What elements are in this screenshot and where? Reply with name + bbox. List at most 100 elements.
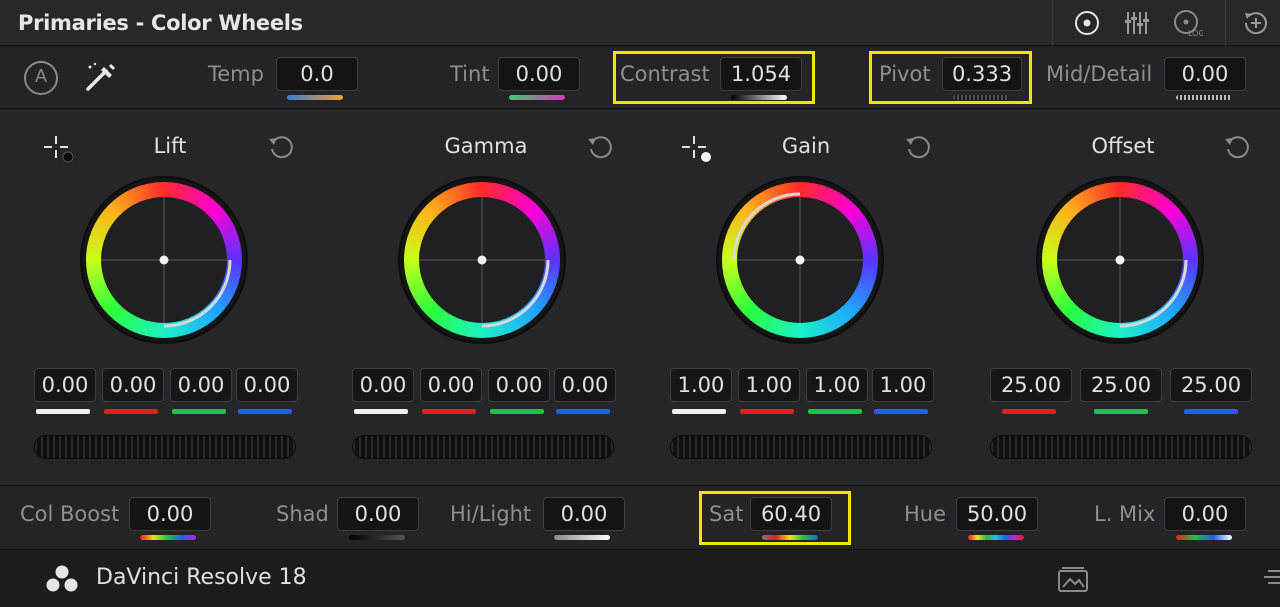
lift-blue-bar [238,409,292,414]
toolbar-divider [1225,0,1226,46]
lift-reset-icon[interactable] [266,132,296,167]
tint-field[interactable]: 0.00 [498,57,580,91]
lift-wheel[interactable] [80,176,248,344]
page-menu-icon[interactable] [1262,567,1280,596]
reset-add-icon[interactable] [1239,8,1271,38]
gamma-green-bar [490,409,544,414]
gamma-label: Gamma [444,134,528,158]
hi-light-slider[interactable] [554,535,610,540]
col-boost-field[interactable]: 0.00 [129,497,211,531]
lift-red-bar [104,409,158,414]
hi-light-label: Hi/Light [450,502,532,526]
svg-text:LOG: LOG [1188,29,1203,38]
lift-blue-field[interactable]: 0.00 [236,368,298,402]
gamma-blue-field[interactable]: 0.00 [554,368,616,402]
primaries-bars-icon[interactable] [1121,8,1153,38]
gamma-master-jog[interactable] [352,435,614,459]
gain-green-field[interactable]: 1.00 [806,368,868,402]
mid-detail-label: Mid/Detail [1046,62,1153,86]
gain-master-field[interactable]: 1.00 [670,368,732,402]
contrast-slider[interactable] [731,95,787,100]
sat-label: Sat [709,502,744,526]
contrast-field[interactable]: 1.054 [720,57,802,91]
hue-slider[interactable] [968,535,1024,540]
auto-balance-button[interactable]: A [22,59,60,102]
lift-master-bar [36,409,90,414]
title-toolbar: LOG [1052,0,1280,46]
davinci-resolve-logo-icon [44,564,80,599]
mid-detail-slider[interactable] [1176,95,1232,100]
shad-field[interactable]: 0.00 [337,497,419,531]
lift-green-field[interactable]: 0.00 [170,368,232,402]
app-footer: DaVinci Resolve 18 [0,551,1280,607]
app-name: DaVinci Resolve 18 [96,565,307,590]
log-wheels-icon[interactable]: LOG [1171,8,1205,38]
temp-label: Temp [208,62,264,86]
offset-reset-icon[interactable] [1222,132,1252,167]
gamma-green-field[interactable]: 0.00 [488,368,550,402]
gain-picker-icon[interactable] [680,134,714,169]
gain-reset-icon[interactable] [903,132,933,167]
gain-label: Gain [781,134,831,158]
gain-wheel[interactable] [716,176,884,344]
gamma-master-field[interactable]: 0.00 [352,368,414,402]
gamma-blue-bar [556,409,610,414]
contrast-label: Contrast [620,62,710,86]
gain-green-bar [808,409,862,414]
gamma-reset-icon[interactable] [585,132,615,167]
offset-label: Offset [1091,134,1155,158]
temp-slider[interactable] [287,95,343,100]
hi-light-field[interactable]: 0.00 [543,497,625,531]
auto-balance-label: A [34,66,47,86]
lift-picker-icon[interactable] [42,134,76,169]
offset-green-bar [1094,409,1148,414]
lift-label: Lift [153,134,187,158]
pivot-slider[interactable] [953,95,1009,100]
color-wheels-icon[interactable] [1071,8,1103,38]
lift-green-bar [172,409,226,414]
shad-label: Shad [276,502,329,526]
offset-blue-field[interactable]: 25.00 [1170,368,1252,402]
offset-wheel[interactable] [1036,176,1204,344]
gamma-wheel[interactable] [398,176,566,344]
lift-red-field[interactable]: 0.00 [102,368,164,402]
media-gallery-icon[interactable] [1056,565,1090,598]
offset-master-jog[interactable] [990,435,1252,459]
sat-field[interactable]: 60.40 [750,497,832,531]
gain-master-jog[interactable] [670,435,932,459]
pivot-label: Pivot [879,62,931,86]
gamma-master-bar [354,409,408,414]
mid-detail-field[interactable]: 0.00 [1164,57,1246,91]
gamma-red-field[interactable]: 0.00 [420,368,482,402]
l-mix-label: L. Mix [1094,502,1156,526]
hue-field[interactable]: 50.00 [956,497,1038,531]
lift-master-jog[interactable] [34,435,296,459]
white-balance-picker-icon[interactable] [82,59,120,102]
offset-red-field[interactable]: 25.00 [990,368,1072,402]
gamma-red-bar [422,409,476,414]
l-mix-slider[interactable] [1176,535,1232,540]
gain-blue-field[interactable]: 1.00 [872,368,934,402]
panel-title-bar: Primaries - Color Wheels LOG [0,0,1280,46]
l-mix-field[interactable]: 0.00 [1164,497,1246,531]
gain-red-bar [740,409,794,414]
pivot-field[interactable]: 0.333 [942,57,1022,91]
panel-title: Primaries - Color Wheels [18,11,303,35]
tint-label: Tint [450,62,490,86]
gain-red-field[interactable]: 1.00 [738,368,800,402]
col-boost-label: Col Boost [20,502,120,526]
offset-blue-bar [1184,409,1238,414]
lift-master-field[interactable]: 0.00 [34,368,96,402]
gain-master-bar [672,409,726,414]
sat-slider[interactable] [762,535,818,540]
shad-slider[interactable] [349,535,405,540]
temp-field[interactable]: 0.0 [276,57,358,91]
col-boost-slider[interactable] [140,535,196,540]
offset-green-field[interactable]: 25.00 [1080,368,1162,402]
offset-red-bar [1002,409,1056,414]
gain-blue-bar [874,409,928,414]
top-parameter-bar: A Temp 0.0 Tint 0.00 Contrast 1.054 Pivo… [0,47,1280,109]
bottom-parameter-bar: Col Boost 0.00 Shad 0.00 Hi/Light 0.00 S… [0,487,1280,550]
tint-slider[interactable] [509,95,565,100]
hue-label: Hue [904,502,947,526]
